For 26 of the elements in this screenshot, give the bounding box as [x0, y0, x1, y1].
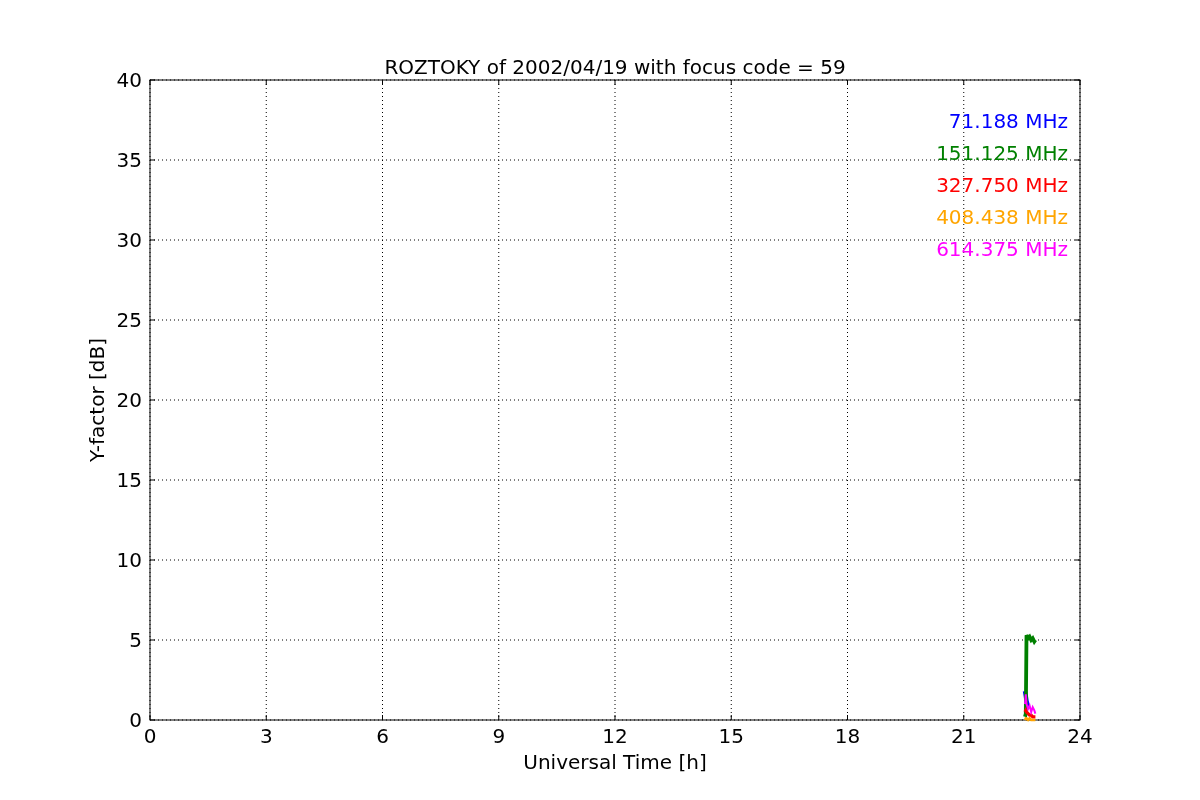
legend-label: 327.750 MHz — [936, 173, 1068, 197]
y-tick-label: 20 — [116, 388, 142, 412]
x-tick-label: 0 — [143, 724, 157, 748]
y-tick-label: 0 — [129, 708, 142, 732]
x-tick-label: 21 — [951, 724, 977, 748]
x-tick-label: 3 — [259, 724, 273, 748]
y-tick-label: 5 — [129, 628, 142, 652]
x-tick-label: 18 — [834, 724, 861, 748]
y-tick-label: 10 — [116, 548, 142, 572]
y-axis-label: Y-factor [dB] — [85, 338, 109, 462]
x-tick-label: 15 — [718, 724, 744, 748]
x-tick-label: 12 — [602, 724, 628, 748]
y-tick-label: 35 — [116, 148, 142, 172]
x-axis-label: Universal Time [h] — [523, 750, 707, 774]
chart-title: ROZTOKY of 2002/04/19 with focus code = 59 — [384, 55, 846, 79]
x-tick-label: 6 — [376, 724, 389, 748]
x-tick-label: 9 — [492, 724, 506, 748]
legend-label: 614.375 MHz — [936, 237, 1068, 261]
y-tick-label: 15 — [116, 468, 142, 492]
legend-label: 151.125 MHz — [936, 141, 1068, 165]
y-tick-label: 25 — [116, 308, 142, 332]
x-tick-label: 24 — [1067, 724, 1093, 748]
legend-label: 408.438 MHz — [936, 205, 1068, 229]
legend-label: 71.188 MHz — [948, 109, 1068, 133]
y-tick-label: 30 — [116, 228, 142, 252]
y-tick-label: 40 — [116, 68, 142, 92]
